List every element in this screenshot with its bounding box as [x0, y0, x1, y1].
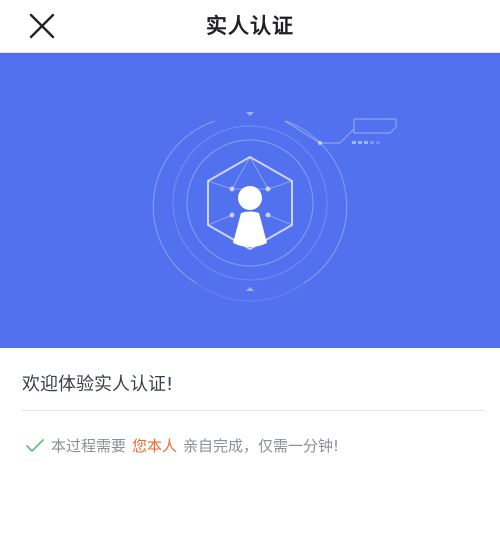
- notice-text-after: 亲自完成，仅需一分钟!: [183, 437, 340, 455]
- face-id-shield-icon: [152, 112, 397, 302]
- face-verification-banner: [0, 53, 500, 348]
- page-title: 实人认证: [206, 14, 294, 38]
- notice-highlight: 您本人: [132, 437, 178, 455]
- notice-text-before: 本过程需要: [51, 437, 127, 455]
- check-icon: [26, 437, 46, 455]
- welcome-text: 欢迎体验实人认证!: [22, 374, 174, 395]
- notice-row: 本过程需要 您本人 亲自完成，仅需一分钟!: [26, 435, 339, 456]
- divider: [22, 410, 485, 411]
- top-bar: 实人认证: [0, 0, 500, 53]
